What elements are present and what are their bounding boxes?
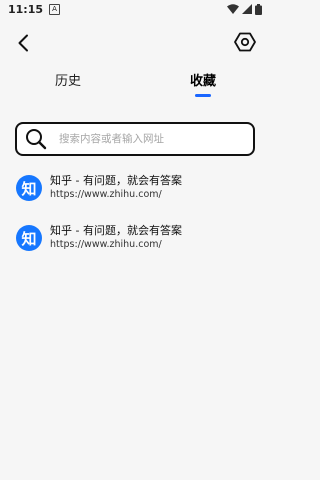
battery-icon — [255, 3, 262, 15]
search-box[interactable] — [15, 122, 255, 156]
tab-favorites-label: 收藏 — [189, 74, 216, 89]
active-tab-indicator — [195, 94, 211, 97]
list-item-text: 知乎 - 有问题，就会有答案 https://www.zhihu.com/ — [50, 174, 182, 202]
list-item[interactable]: 知 知乎 - 有问题，就会有答案 https://www.zhihu.com/ — [0, 220, 270, 256]
settings-icon — [234, 32, 256, 52]
notification-icon: A — [49, 3, 61, 15]
tab-bar: 历史 收藏 — [0, 70, 270, 104]
list-item[interactable]: 知 知乎 - 有问题，就会有答案 https://www.zhihu.com/ — [0, 170, 270, 206]
list-item-title: 知乎 - 有问题，就会有答案 — [50, 174, 182, 187]
zhihu-site-icon: 知 — [16, 225, 42, 251]
tab-favorites[interactable]: 收藏 — [173, 70, 233, 97]
chevron-left-icon — [18, 34, 28, 52]
tab-history-label: 历史 — [54, 74, 81, 89]
toolbar — [0, 28, 270, 58]
tab-history[interactable]: 历史 — [38, 70, 98, 89]
search-icon — [26, 129, 47, 150]
wifi-icon — [227, 4, 239, 14]
status-bar: 11:15 A — [0, 0, 270, 18]
settings-button[interactable] — [232, 29, 258, 55]
zhihu-site-icon: 知 — [16, 175, 42, 201]
signal-icon — [242, 4, 252, 14]
list-item-url: https://www.zhihu.com/ — [50, 189, 162, 200]
list-item-text: 知乎 - 有问题，就会有答案 https://www.zhihu.com/ — [50, 224, 182, 252]
status-icons — [227, 3, 262, 15]
list-item-title: 知乎 - 有问题，就会有答案 — [50, 224, 182, 237]
search-input[interactable] — [57, 132, 241, 146]
status-time: 11:15 — [8, 2, 44, 16]
list-item-url: https://www.zhihu.com/ — [50, 239, 162, 250]
favorites-list: 知 知乎 - 有问题，就会有答案 https://www.zhihu.com/ … — [0, 170, 270, 270]
back-button[interactable] — [12, 30, 34, 56]
